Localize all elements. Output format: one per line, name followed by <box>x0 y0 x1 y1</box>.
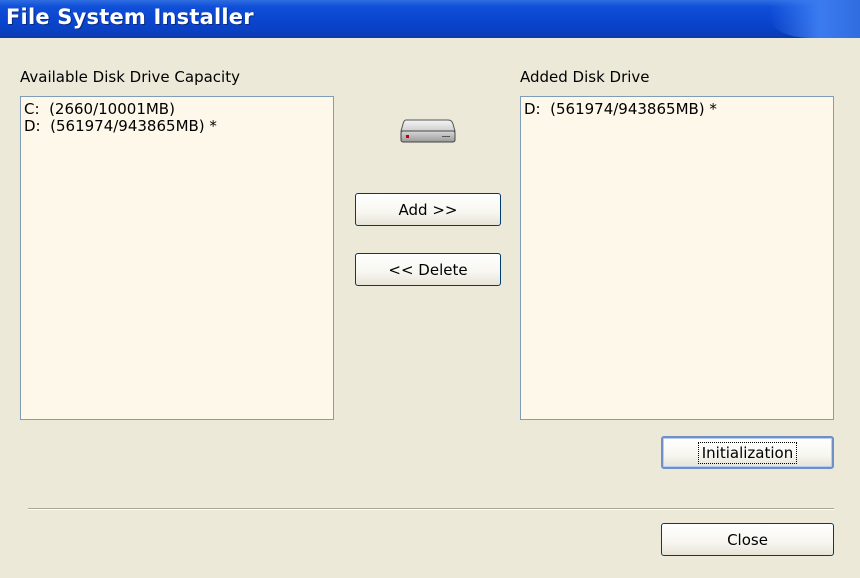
initialization-button[interactable]: Initialization <box>661 436 834 469</box>
file-system-installer-window: File System Installer Available Disk Dri… <box>0 0 860 578</box>
window-title: File System Installer <box>6 5 254 29</box>
add-button-label: Add >> <box>398 200 458 219</box>
title-bar[interactable]: File System Installer <box>0 0 860 38</box>
delete-button[interactable]: << Delete <box>355 253 501 286</box>
available-disk-item-d[interactable]: D: (561974/943865MB) * <box>24 118 330 135</box>
close-button-label: Close <box>727 530 768 549</box>
add-button[interactable]: Add >> <box>355 193 501 226</box>
added-disk-item-d[interactable]: D: (561974/943865MB) * <box>524 101 830 118</box>
initialization-button-label: Initialization <box>697 441 798 464</box>
added-disk-listbox[interactable]: D: (561974/943865MB) * <box>520 96 834 420</box>
delete-button-label: << Delete <box>388 260 468 279</box>
added-disk-label: Added Disk Drive <box>520 68 650 86</box>
available-disk-label: Available Disk Drive Capacity <box>20 68 240 86</box>
close-button[interactable]: Close <box>661 523 834 556</box>
available-disk-item-c[interactable]: C: (2660/10001MB) <box>24 101 330 118</box>
hard-drive-icon <box>400 119 456 143</box>
available-disk-listbox[interactable]: C: (2660/10001MB) D: (561974/943865MB) * <box>20 96 334 420</box>
separator-line <box>28 508 834 510</box>
